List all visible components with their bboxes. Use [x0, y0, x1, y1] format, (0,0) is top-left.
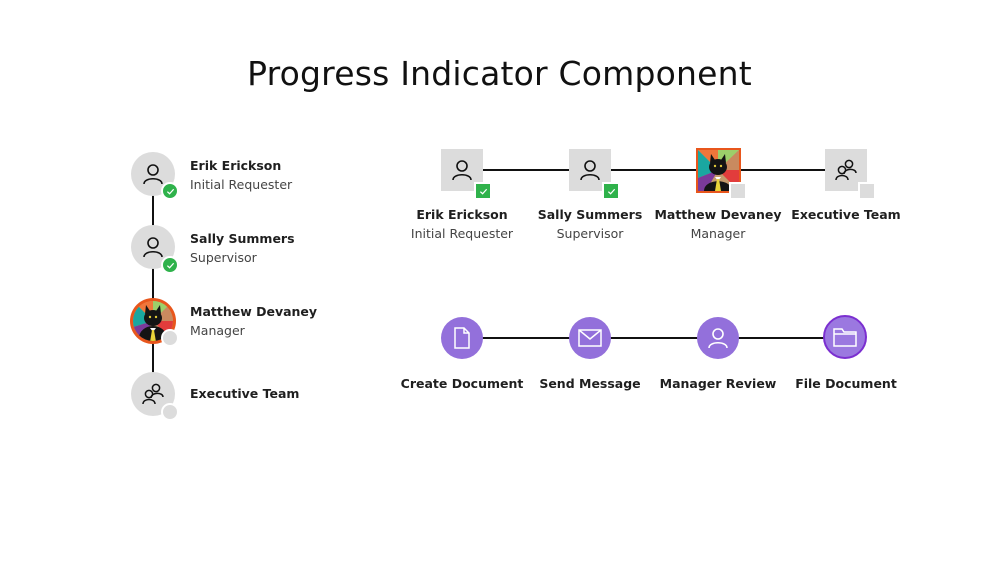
step-caption: Executive Team	[776, 207, 916, 222]
step-caption: Manager Review	[648, 376, 788, 391]
check-badge	[602, 182, 620, 200]
envelope-icon	[578, 329, 602, 347]
person-icon	[580, 160, 600, 181]
step-circle-current	[823, 315, 867, 359]
step-caption: Sally Summers Supervisor	[520, 207, 660, 241]
check-badge	[161, 256, 179, 274]
group-icon	[835, 159, 857, 181]
step-name: Matthew Devaney	[654, 207, 782, 222]
pending-badge	[729, 182, 747, 200]
vertical-connector	[152, 190, 154, 380]
folder-icon	[833, 328, 857, 347]
person-icon	[143, 164, 163, 185]
check-icon	[166, 188, 174, 195]
step-role: Supervisor	[556, 226, 624, 241]
pending-badge	[161, 403, 179, 421]
document-icon	[454, 327, 470, 349]
step-circle	[697, 317, 739, 359]
step-circle	[441, 317, 483, 359]
check-badge	[161, 182, 179, 200]
group-icon	[142, 383, 164, 405]
person-icon	[708, 328, 728, 349]
step-name: Erik Erickson	[416, 207, 508, 222]
step-name: Executive Team	[190, 386, 300, 401]
person-icon	[452, 160, 472, 181]
person-icon	[143, 237, 163, 258]
step-label: Create Document	[400, 376, 524, 391]
step-name: Sally Summers	[190, 231, 295, 246]
horizontal-connector	[483, 169, 825, 171]
step-caption: Send Message	[520, 376, 660, 391]
step-label: Manager Review	[659, 376, 777, 391]
step-caption: Create Document	[392, 376, 532, 391]
step-role: Manager	[690, 226, 746, 241]
check-icon	[479, 188, 487, 195]
step-label: Send Message	[539, 376, 641, 391]
step-caption: Matthew Devaney Manager	[648, 207, 788, 241]
step-name: Matthew Devaney	[190, 304, 318, 319]
step-caption: File Document	[776, 376, 916, 391]
step-circle	[569, 317, 611, 359]
step-role: Manager	[190, 323, 245, 338]
check-badge	[474, 182, 492, 200]
step-caption: Erik Erickson Initial Requester	[392, 207, 532, 241]
step-role: Supervisor	[190, 250, 257, 265]
step-name: Sally Summers	[537, 207, 643, 222]
step-label: File Document	[795, 376, 897, 391]
pending-badge	[161, 329, 179, 347]
step-name: Erik Erickson	[190, 158, 282, 173]
step-role: Initial Requester	[410, 226, 514, 241]
pending-badge	[858, 182, 876, 200]
step-name: Executive Team	[791, 207, 901, 222]
process-connector	[482, 337, 826, 339]
step-role: Initial Requester	[190, 177, 293, 192]
check-icon	[166, 262, 174, 269]
page-title: Progress Indicator Component	[247, 54, 752, 93]
check-icon	[607, 188, 615, 195]
